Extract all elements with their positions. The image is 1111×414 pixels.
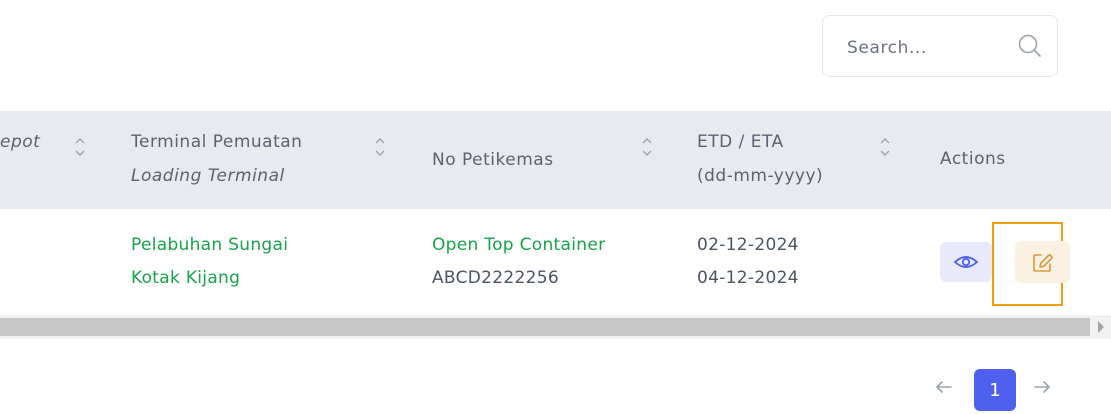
edit-icon	[1033, 254, 1053, 272]
container-type: Open Top Container	[432, 235, 606, 255]
scroll-right-arrow-icon[interactable]	[1098, 321, 1104, 333]
terminal-name-line1: Pelabuhan Sungai	[131, 235, 289, 255]
column-header-etd-eta-label: ETD / ETA	[697, 132, 784, 152]
edit-button[interactable]	[1015, 241, 1070, 283]
column-header-actions: Actions	[920, 111, 1070, 209]
search-icon	[1018, 34, 1041, 57]
table-header: epot Terminal Pemuatan Loading Terminal …	[0, 111, 1111, 209]
etd-date: 02-12-2024	[697, 235, 799, 255]
sort-icon[interactable]	[879, 135, 891, 159]
next-page-button[interactable]	[1029, 372, 1055, 402]
column-header-etd-eta[interactable]: ETD / ETA (dd-mm-yyyy)	[680, 111, 905, 209]
container-number: ABCD2222256	[432, 268, 559, 288]
scrollbar-thumb[interactable]	[0, 318, 1090, 336]
sort-icon[interactable]	[74, 135, 86, 159]
arrow-right-icon	[1034, 381, 1050, 393]
page-button-current[interactable]: 1	[974, 369, 1016, 411]
column-header-terminal[interactable]: Terminal Pemuatan Loading Terminal	[115, 111, 405, 209]
column-header-terminal-label: Terminal Pemuatan	[131, 132, 303, 152]
column-header-depot[interactable]: epot	[0, 111, 110, 209]
arrow-left-icon	[936, 381, 952, 393]
view-button[interactable]	[940, 242, 992, 282]
column-header-container-label: No Petikemas	[432, 150, 554, 170]
sort-icon[interactable]	[374, 135, 386, 159]
column-header-depot-label: epot	[0, 132, 41, 152]
eye-icon	[953, 256, 979, 268]
column-header-container[interactable]: No Petikemas	[415, 111, 670, 209]
data-table: epot Terminal Pemuatan Loading Terminal …	[0, 111, 1111, 341]
previous-page-button[interactable]	[931, 372, 957, 402]
search-input[interactable]	[845, 34, 999, 62]
sort-icon[interactable]	[641, 135, 653, 159]
column-header-actions-label: Actions	[940, 149, 1006, 169]
search-box[interactable]	[822, 15, 1058, 77]
column-header-etd-eta-format: (dd-mm-yyyy)	[697, 166, 824, 186]
terminal-name-line2: Kotak Kijang	[131, 268, 241, 288]
horizontal-scrollbar[interactable]	[0, 315, 1111, 339]
column-header-terminal-sublabel: Loading Terminal	[131, 166, 285, 186]
table-row: Pelabuhan Sungai Kotak Kijang Open Top C…	[0, 209, 1111, 311]
eta-date: 04-12-2024	[697, 268, 799, 288]
